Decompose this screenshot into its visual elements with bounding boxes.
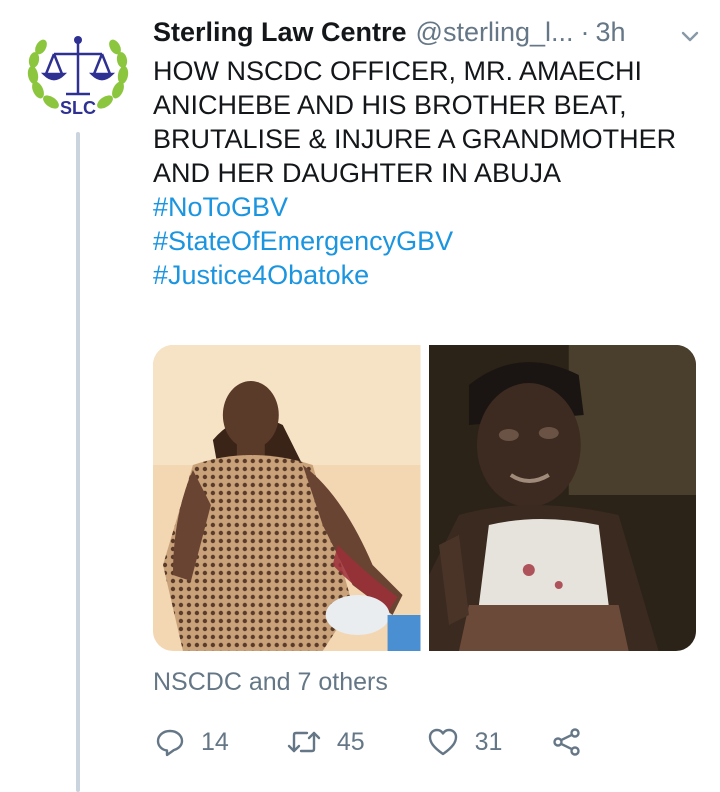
tweet-text-line: BRUTALISE & INJURE A GRANDMOTHER [153,124,677,154]
tweet-header: Sterling Law Centre @sterling_l... · 3h [153,14,703,50]
author-handle[interactable]: @sterling_l... [416,14,574,50]
hashtag-link[interactable]: #StateOfEmergencyGBV [153,224,703,258]
retweet-icon [287,731,321,753]
reply-button[interactable]: 14 [155,727,229,757]
author-name[interactable]: Sterling Law Centre [153,14,407,50]
share-button[interactable] [552,727,582,757]
chevron-down-icon[interactable] [678,24,702,48]
tweet-text-line: AND HER DAUGHTER IN ABUJA [153,158,562,188]
like-button[interactable]: 31 [427,727,503,757]
hashtag-link[interactable]: #NoToGBV [153,190,703,224]
logo-text: SLC [60,98,96,118]
photo-right[interactable] [428,345,697,651]
hashtag-list: #NoToGBV #StateOfEmergencyGBV #Justice4O… [153,190,703,292]
liked-by[interactable]: NSCDC and 7 others [153,665,388,699]
avatar[interactable]: SLC [24,28,132,128]
media-grid [153,345,696,651]
tweet-time[interactable]: 3h [596,14,626,50]
tweet-text-line: ANICHEBE AND HIS BROTHER BEAT, [153,90,627,120]
separator-dot: · [580,17,590,47]
heart-icon [428,728,457,756]
thread-line [76,132,80,792]
action-bar: 14 45 31 [153,722,582,762]
retweet-count: 45 [336,727,365,756]
retweet-button[interactable]: 45 [287,727,365,757]
laurel-scale-logo: SLC [27,36,129,118]
tweet[interactable]: Sterling Law Centre @sterling_l... · 3h … [153,14,703,292]
reply-count: 14 [201,727,229,756]
share-icon [553,728,581,756]
photo-left[interactable] [153,345,421,651]
tweet-text: HOW NSCDC OFFICER, MR. AMAECHI ANICHEBE … [153,54,703,190]
like-count: 31 [474,727,503,756]
tweet-text-line: HOW NSCDC OFFICER, MR. AMAECHI [153,56,643,86]
reply-icon [156,729,184,757]
hashtag-link[interactable]: #Justice4Obatoke [153,258,703,292]
